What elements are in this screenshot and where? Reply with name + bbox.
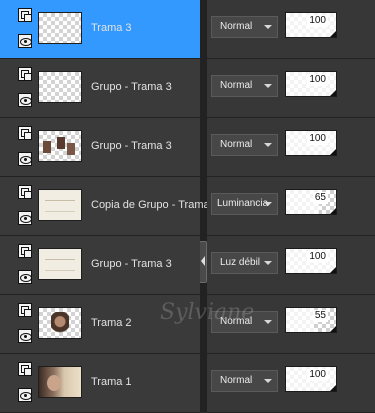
opacity-slider[interactable]: 100 bbox=[285, 248, 337, 274]
layer-type-icon bbox=[18, 185, 32, 199]
layer-row-right: Normal 100 bbox=[207, 354, 375, 413]
visibility-eye-icon[interactable] bbox=[18, 211, 32, 225]
layer-name[interactable]: Trama 2 bbox=[91, 317, 132, 329]
layer-row-left[interactable]: Trama 1 bbox=[0, 354, 200, 413]
blend-mode-dropdown[interactable]: Normal bbox=[211, 16, 278, 38]
layer-row-left[interactable]: Copia de Grupo - Trama 3 bbox=[0, 177, 219, 236]
layer-name[interactable]: Trama 1 bbox=[91, 376, 132, 388]
layer-row-left[interactable]: Grupo - Trama 3 bbox=[0, 59, 200, 118]
opacity-corner-marker bbox=[330, 326, 336, 332]
blend-mode-dropdown[interactable]: Normal bbox=[211, 370, 278, 392]
layer-row-left[interactable]: Grupo - Trama 3 bbox=[0, 118, 200, 177]
layer-thumbnail bbox=[38, 12, 82, 44]
layer-type-icon bbox=[18, 244, 32, 258]
visibility-eye-icon[interactable] bbox=[18, 329, 32, 343]
layer-thumbnail bbox=[38, 248, 82, 280]
blend-mode-dropdown[interactable]: Luminancia bbox=[211, 193, 278, 215]
opacity-value: 100 bbox=[307, 251, 328, 263]
chevron-down-icon bbox=[264, 261, 272, 265]
layers-panel: Trama 3 Normal 100 Grupo - Trama 3 Norma… bbox=[0, 0, 375, 413]
layer-row[interactable]: Trama 3 Normal 100 bbox=[0, 0, 375, 59]
opacity-corner-marker bbox=[330, 90, 336, 96]
blend-mode-value: Normal bbox=[220, 375, 253, 386]
opacity-corner-marker bbox=[330, 385, 336, 391]
blend-mode-value: Normal bbox=[220, 316, 253, 327]
layer-row-left[interactable]: Grupo - Trama 3 bbox=[0, 236, 200, 295]
layer-row[interactable]: Grupo - Trama 3 Luz débil 100 bbox=[0, 236, 375, 295]
layer-thumbnail bbox=[38, 189, 82, 221]
chevron-down-icon bbox=[264, 320, 272, 324]
blend-mode-dropdown[interactable]: Normal bbox=[211, 311, 278, 333]
layer-name[interactable]: Grupo - Trama 3 bbox=[91, 258, 172, 270]
opacity-fill bbox=[286, 308, 314, 332]
opacity-slider[interactable]: 55 bbox=[285, 307, 337, 333]
opacity-value: 100 bbox=[307, 15, 328, 27]
layer-name[interactable]: Grupo - Trama 3 bbox=[91, 140, 172, 152]
layer-type-icon bbox=[18, 67, 32, 81]
layer-row[interactable]: Copia de Grupo - Trama 3 Luminancia 65 bbox=[0, 177, 375, 236]
layer-row[interactable]: Grupo - Trama 3 Normal 100 bbox=[0, 118, 375, 177]
blend-mode-value: Luminancia bbox=[217, 198, 269, 209]
layer-type-icon bbox=[18, 303, 32, 317]
chevron-down-icon bbox=[264, 202, 272, 206]
opacity-value: 100 bbox=[307, 133, 328, 145]
blend-mode-value: Normal bbox=[220, 21, 253, 32]
opacity-corner-marker bbox=[330, 149, 336, 155]
opacity-corner-marker bbox=[330, 267, 336, 273]
chevron-down-icon bbox=[264, 143, 272, 147]
layer-row-right: Normal 100 bbox=[207, 118, 375, 177]
layer-row-right: Luminancia 65 bbox=[207, 177, 375, 236]
layer-thumbnail bbox=[38, 71, 82, 103]
layer-row-left[interactable]: Trama 3 bbox=[0, 0, 200, 59]
opacity-value: 100 bbox=[307, 74, 328, 86]
blend-mode-value: Normal bbox=[220, 139, 253, 150]
blend-mode-value: Normal bbox=[220, 80, 253, 91]
opacity-corner-marker bbox=[330, 208, 336, 214]
layer-name[interactable]: Copia de Grupo - Trama 3 bbox=[91, 199, 219, 211]
layer-row-right: Normal 100 bbox=[207, 0, 375, 59]
layer-row-right: Normal 100 bbox=[207, 59, 375, 118]
opacity-corner-marker bbox=[330, 31, 336, 37]
layer-name[interactable]: Grupo - Trama 3 bbox=[91, 81, 172, 93]
blend-mode-dropdown[interactable]: Luz débil bbox=[211, 252, 278, 274]
blend-mode-dropdown[interactable]: Normal bbox=[211, 134, 278, 156]
chevron-down-icon bbox=[264, 25, 272, 29]
layer-row-left[interactable]: Trama 2 bbox=[0, 295, 200, 354]
layer-row[interactable]: Trama 2 Normal 55 bbox=[0, 295, 375, 354]
visibility-eye-icon[interactable] bbox=[18, 388, 32, 402]
visibility-eye-icon[interactable] bbox=[18, 270, 32, 284]
layer-row-right: Normal 55 bbox=[207, 295, 375, 354]
opacity-value: 100 bbox=[307, 369, 328, 381]
opacity-slider[interactable]: 100 bbox=[285, 71, 337, 97]
opacity-value: 65 bbox=[312, 192, 328, 204]
layer-thumbnail bbox=[38, 307, 82, 339]
chevron-down-icon bbox=[264, 84, 272, 88]
visibility-eye-icon[interactable] bbox=[18, 34, 32, 48]
visibility-eye-icon[interactable] bbox=[18, 152, 32, 166]
layer-thumbnail bbox=[38, 130, 82, 162]
layer-row-right: Luz débil 100 bbox=[207, 236, 375, 295]
opacity-slider[interactable]: 100 bbox=[285, 130, 337, 156]
opacity-slider[interactable]: 100 bbox=[285, 12, 337, 38]
chevron-down-icon bbox=[264, 379, 272, 383]
layer-thumbnail bbox=[38, 366, 82, 398]
visibility-eye-icon[interactable] bbox=[18, 93, 32, 107]
opacity-slider[interactable]: 100 bbox=[285, 366, 337, 392]
layer-row[interactable]: Grupo - Trama 3 Normal 100 bbox=[0, 59, 375, 118]
blend-mode-dropdown[interactable]: Normal bbox=[211, 75, 278, 97]
layer-name[interactable]: Trama 3 bbox=[91, 22, 132, 34]
layer-type-icon bbox=[18, 362, 32, 376]
layer-type-icon bbox=[18, 8, 32, 22]
layer-row[interactable]: Trama 1 Normal 100 bbox=[0, 354, 375, 413]
layer-type-icon bbox=[18, 126, 32, 140]
blend-mode-value: Luz débil bbox=[220, 257, 261, 268]
opacity-value: 55 bbox=[312, 310, 328, 322]
opacity-slider[interactable]: 65 bbox=[285, 189, 337, 215]
